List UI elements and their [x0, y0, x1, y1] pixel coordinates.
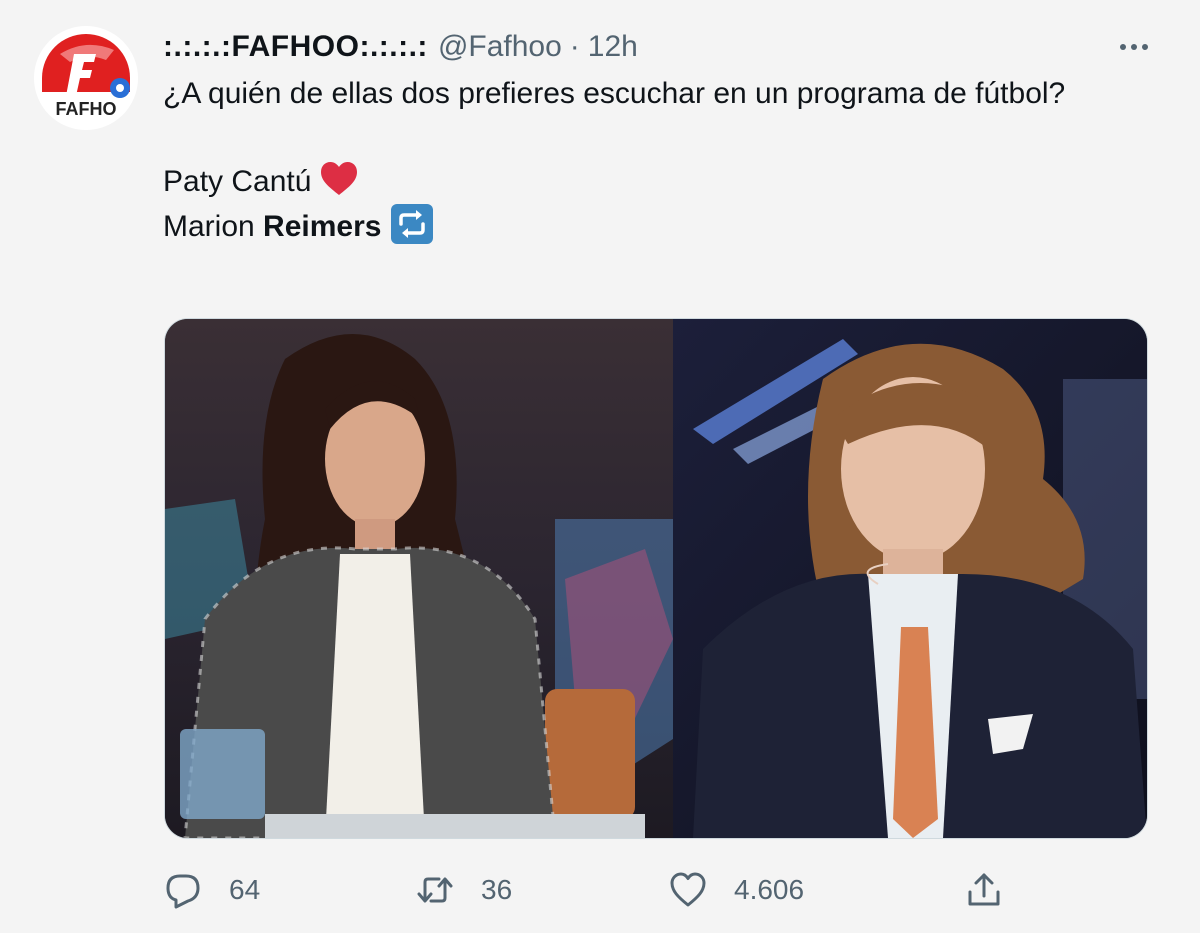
tweet-media[interactable] — [164, 318, 1148, 839]
repeat-emoji-icon — [391, 204, 434, 244]
tweet-actions: 64 36 4.606 — [163, 862, 1023, 918]
like-button[interactable]: 4.606 — [668, 862, 804, 918]
red-heart-emoji-icon — [321, 162, 358, 195]
option-2-last: Reimers — [263, 210, 382, 243]
option-line-2: Marion Reimers — [163, 204, 1143, 249]
tweet-question: ¿A quién de ellas dos prefieres escuchar… — [163, 77, 1066, 110]
share-button[interactable] — [964, 862, 1004, 918]
timestamp[interactable]: 12h — [588, 30, 638, 64]
reply-count: 64 — [229, 874, 261, 905]
option-2-first: Marion — [163, 210, 255, 243]
more-horizontal-icon — [1120, 44, 1126, 50]
reply-icon — [166, 874, 200, 909]
more-dot — [1131, 44, 1137, 50]
avatar[interactable]: FAFHO — [34, 26, 138, 130]
tweet-header: :.:.:.:FAFHOO:.:.:.: @Fafhoo · 12h — [163, 27, 638, 67]
option-line-1: Paty Cantú — [163, 160, 1143, 204]
tweet[interactable]: FAFHO :.:.:.:FAFHOO:.:.:.: @Fafhoo · 12h… — [0, 0, 1200, 933]
display-name[interactable]: :.:.:.:FAFHOO:.:.:.: — [163, 30, 428, 64]
retweet-button[interactable]: 36 — [415, 862, 512, 918]
separator: · — [569, 30, 580, 63]
more-dot — [1142, 44, 1148, 50]
more-options-button[interactable] — [1114, 32, 1154, 62]
media-photo-left[interactable] — [165, 319, 673, 838]
media-photo-right[interactable] — [673, 319, 1147, 838]
tweet-text: ¿A quién de ellas dos prefieres escuchar… — [163, 72, 1143, 249]
heart-icon — [670, 872, 706, 907]
retweet-icon — [417, 877, 453, 903]
retweet-count: 36 — [481, 874, 513, 905]
like-count: 4.606 — [734, 874, 805, 905]
user-handle[interactable]: @Fafhoo — [438, 30, 562, 64]
share-icon — [968, 873, 1000, 906]
option-1-text: Paty Cantú — [163, 165, 312, 198]
reply-button[interactable]: 64 — [163, 862, 260, 918]
fafhoo-logo: FAFHO — [34, 26, 138, 130]
avatar-logo-text: FAFHO — [56, 99, 117, 119]
